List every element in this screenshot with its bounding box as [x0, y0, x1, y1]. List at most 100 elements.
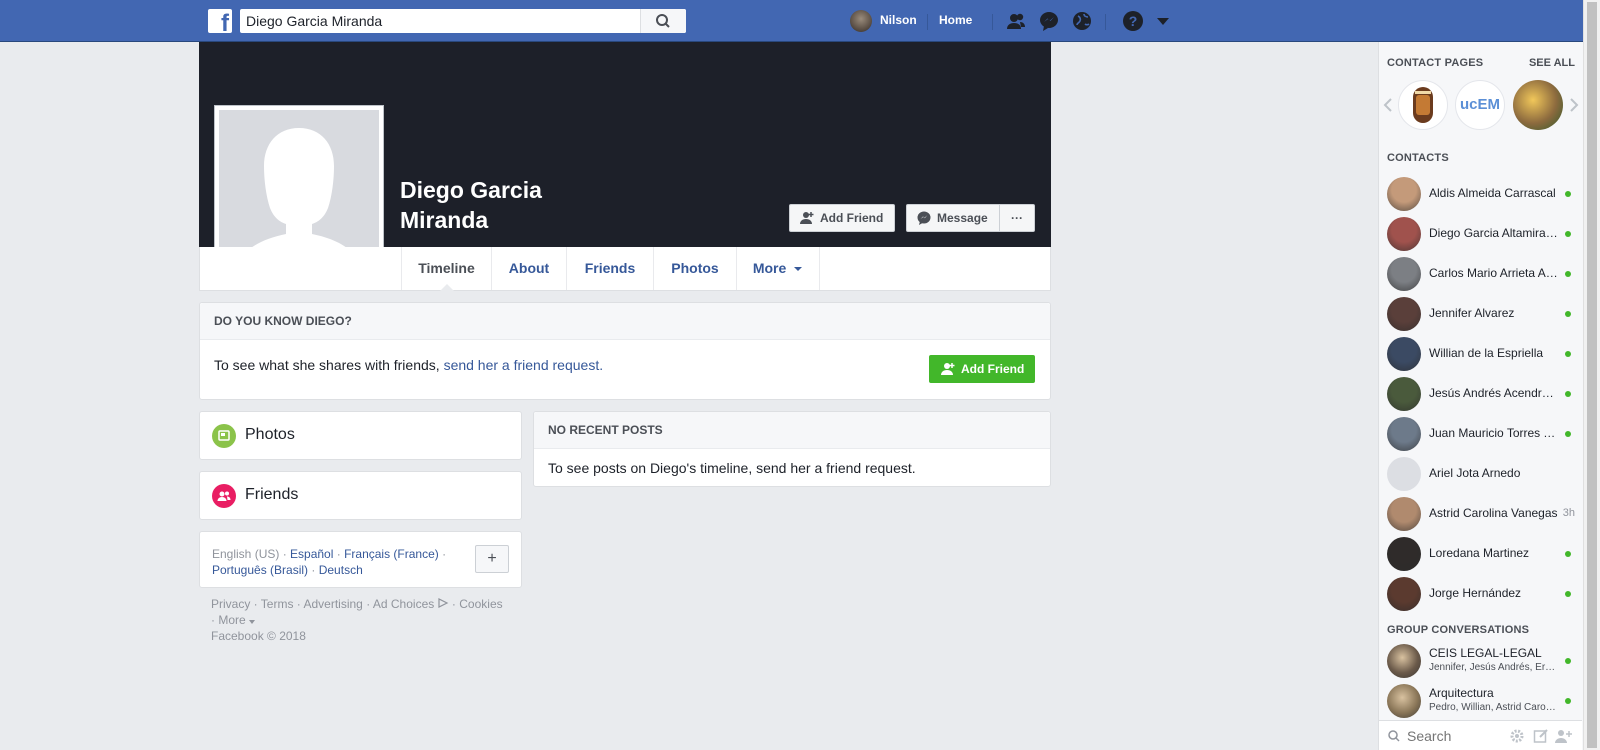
add-friend-icon — [800, 212, 814, 224]
chat-search-bar — [1379, 720, 1582, 750]
contact-avatar — [1387, 417, 1421, 451]
footer-link-terms[interactable]: Terms — [261, 597, 294, 611]
search-box — [240, 9, 686, 33]
chat-search-input[interactable] — [1407, 726, 1497, 746]
contact-item[interactable]: Loredana Martinez — [1387, 535, 1577, 571]
posts-card-text: To see posts on Diego's timeline, send h… — [548, 460, 916, 476]
search-button[interactable] — [640, 9, 686, 33]
contact-item[interactable]: Jorge Hernández — [1387, 575, 1577, 611]
photos-card[interactable]: Photos — [199, 411, 522, 460]
new-message-icon[interactable] — [1533, 728, 1549, 744]
language-option[interactable]: Français (France) — [344, 547, 439, 561]
contact-name: Diego Garcia Altamiranda — [1429, 226, 1559, 240]
gear-icon[interactable] — [1509, 728, 1525, 744]
messenger-icon[interactable] — [1038, 10, 1060, 32]
contacts-title: CONTACTS — [1387, 152, 1449, 164]
online-status-dot — [1565, 191, 1571, 197]
contact-item[interactable]: Carlos Mario Arrieta Arrieta — [1387, 255, 1577, 291]
page-scrollbar[interactable] — [1583, 0, 1600, 750]
send-friend-request-link[interactable]: send her a friend request. — [444, 357, 604, 373]
online-status-dot — [1565, 591, 1571, 597]
contact-item[interactable]: Diego Garcia Altamiranda — [1387, 215, 1577, 251]
see-all-link[interactable]: SEE ALL — [1529, 57, 1575, 69]
friend-requests-icon[interactable] — [1005, 10, 1027, 32]
language-option[interactable]: Deutsch — [319, 563, 363, 577]
footer-link-more[interactable]: More — [218, 613, 245, 627]
contact-name: Loredana Martinez — [1429, 546, 1530, 560]
friends-card[interactable]: Friends — [199, 471, 522, 520]
messenger-icon — [917, 211, 931, 225]
footer-link-advertising[interactable]: Advertising — [303, 597, 362, 611]
message-button[interactable]: Message — [906, 204, 1000, 232]
contact-item[interactable]: Jesús Andrés Acendra Arrieta — [1387, 375, 1577, 411]
footer-link-privacy[interactable]: Privacy — [211, 597, 250, 611]
contact-page-avatar[interactable] — [1398, 80, 1448, 130]
language-option[interactable]: Español — [290, 547, 333, 561]
footer-link-ad-choices[interactable]: Ad Choices — [373, 597, 434, 611]
contact-page-avatar[interactable]: ucEM — [1455, 80, 1505, 130]
more-dots-icon: ··· — [1011, 211, 1023, 225]
contact-avatar — [1387, 297, 1421, 331]
contact-item[interactable]: Aldis Almeida Carrascal — [1387, 175, 1577, 211]
scrollbar-thumb[interactable] — [1587, 2, 1597, 748]
create-group-icon[interactable] — [1555, 728, 1573, 744]
more-languages-button[interactable]: + — [475, 545, 509, 573]
friends-card-title[interactable]: Friends — [245, 486, 298, 504]
account-menu-chevron-down-icon[interactable] — [1152, 10, 1174, 32]
contact-avatar — [1387, 537, 1421, 571]
contact-item[interactable]: Jennifer Alvarez — [1387, 295, 1577, 331]
notifications-globe-icon[interactable] — [1071, 10, 1093, 32]
user-name-link[interactable]: Nilson — [880, 13, 917, 27]
ad-choices-icon — [437, 598, 448, 608]
group-conversation-item[interactable]: CEIS LEGAL-LEGAL Jennifer, Jesús Andrés, … — [1387, 642, 1577, 678]
help-icon[interactable]: ? — [1122, 10, 1144, 32]
photos-icon — [212, 424, 236, 448]
group-avatar — [1387, 684, 1421, 718]
tab-timeline[interactable]: Timeline — [401, 247, 492, 291]
chevron-left-icon[interactable] — [1383, 98, 1393, 112]
add-friend-icon — [941, 363, 955, 375]
divider — [927, 14, 928, 30]
chat-sidebar: CONTACT PAGES SEE ALL ucEM CONTACTS Aldi… — [1378, 42, 1583, 750]
contact-avatar — [1387, 457, 1421, 491]
group-name: Arquitectura — [1429, 686, 1494, 700]
chevron-down-icon — [794, 267, 803, 271]
contact-item[interactable]: Willian de la Espriella — [1387, 335, 1577, 371]
tab-more[interactable]: More — [737, 247, 820, 290]
svg-text:?: ? — [1129, 13, 1138, 29]
contact-avatar — [1387, 257, 1421, 291]
add-friend-button[interactable]: Add Friend — [789, 204, 895, 232]
contact-avatar — [1387, 577, 1421, 611]
more-options-button[interactable]: ··· — [999, 204, 1035, 232]
divider — [992, 14, 993, 30]
friends-icon — [212, 484, 236, 508]
tab-friends[interactable]: Friends — [567, 247, 654, 290]
tab-photos[interactable]: Photos — [654, 247, 737, 290]
add-friend-button-green[interactable]: Add Friend — [929, 355, 1035, 383]
contact-item[interactable]: Juan Mauricio Torres Torres — [1387, 415, 1577, 451]
tab-about[interactable]: About — [492, 247, 567, 290]
no-recent-posts-card: NO RECENT POSTS To see posts on Diego's … — [533, 411, 1051, 487]
contact-item[interactable]: Astrid Carolina Vanegas 3h — [1387, 495, 1577, 531]
active-tab-indicator — [439, 284, 454, 291]
group-conversation-item[interactable]: Arquitectura Pedro, Willian, Astrid Carol… — [1387, 682, 1577, 718]
online-status-dot — [1565, 351, 1571, 357]
group-avatar — [1387, 644, 1421, 678]
language-option[interactable]: Português (Brasil) — [212, 563, 308, 577]
home-link[interactable]: Home — [939, 13, 972, 27]
photos-card-title[interactable]: Photos — [245, 426, 295, 444]
search-icon — [656, 14, 670, 28]
search-input[interactable] — [246, 9, 636, 33]
language-list: English (US) · Español · Français (Franc… — [212, 547, 447, 577]
contact-item[interactable]: Ariel Jota Arnedo — [1387, 455, 1577, 491]
footer-link-cookies[interactable]: Cookies — [459, 597, 502, 611]
chevron-right-icon[interactable] — [1569, 98, 1579, 112]
online-status-dot — [1565, 551, 1571, 557]
facebook-logo-icon[interactable]: f — [208, 9, 232, 36]
user-avatar[interactable] — [850, 10, 872, 32]
know-card-text: To see what she shares with friends, sen… — [214, 357, 604, 373]
contact-avatar — [1387, 337, 1421, 371]
card-title: NO RECENT POSTS — [534, 412, 1050, 449]
contact-page-avatar[interactable] — [1513, 80, 1563, 130]
online-status-dot — [1565, 231, 1571, 237]
